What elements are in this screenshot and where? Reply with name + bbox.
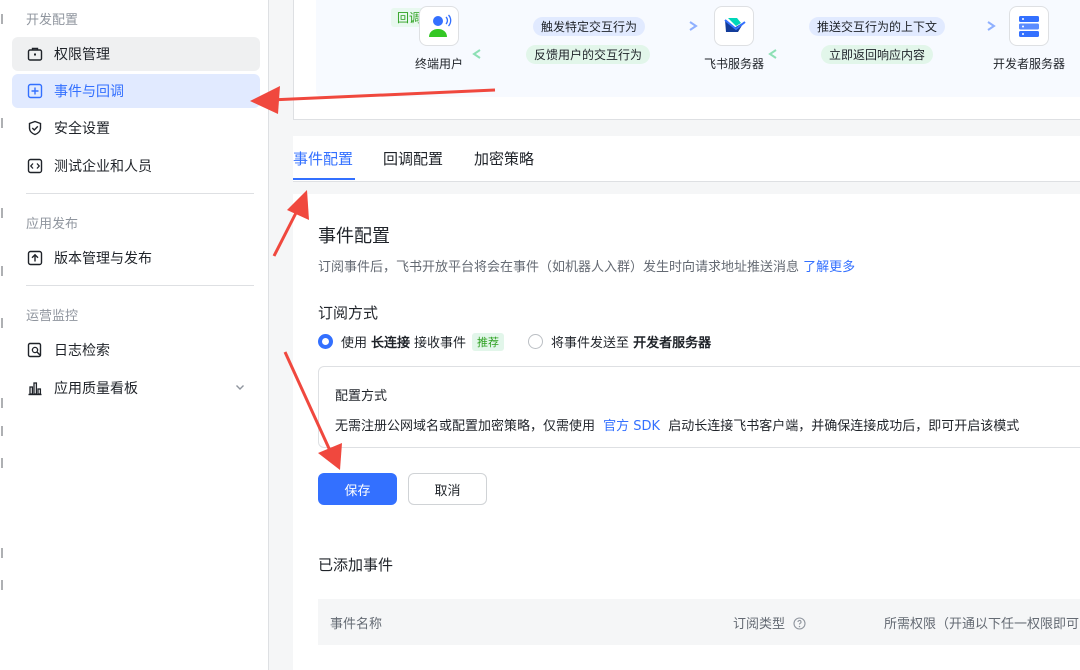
sidebar-item-label: 应用质量看板: [54, 381, 138, 397]
config-method-desc: 无需注册公网域名或配置加密策略，仅需使用 官方 SDK 启动长连接飞书客户端，并…: [335, 415, 1019, 434]
added-events-title: 已添加事件: [318, 556, 394, 574]
official-sdk-link[interactable]: 官方 SDK: [603, 419, 660, 434]
config-tabs: 事件配置 回调配置 加密策略: [293, 136, 1080, 182]
subscribe-mode-options: 使用 长连接 接收事件 推荐 将事件发送至 开发者服务器: [318, 332, 711, 351]
sidebar-item-label: 权限管理: [54, 47, 110, 63]
sidebar-item-versions[interactable]: 版本管理与发布: [12, 241, 260, 275]
option-bold-text: 开发者服务器: [633, 336, 712, 351]
code-icon: [26, 157, 44, 175]
option-bold-text: 长连接: [371, 336, 411, 351]
bar-chart-icon: [26, 379, 44, 397]
upload-icon: [26, 249, 44, 267]
edge-glyph: [1, 266, 7, 276]
event-plus-icon: [26, 82, 44, 100]
edge-glyph: [1, 398, 7, 408]
config-desc-text: 无需注册公网域名或配置加密策略，仅需使用: [335, 419, 596, 434]
events-table-header: 事件名称 订阅类型 所需权限（开通以下任一权限即可: [318, 599, 1080, 645]
flow-trigger-label: 触发特定交互行为: [533, 17, 646, 36]
sidebar-item-label: 版本管理与发布: [54, 251, 152, 267]
user-icon: [419, 6, 459, 46]
group-title-release: 应用发布: [26, 217, 79, 232]
sidebar-item-test-tenants[interactable]: 测试企业和人员: [12, 149, 260, 183]
edge-glyph: [1, 208, 7, 218]
chevron-down-icon[interactable]: [234, 381, 246, 397]
shield-check-icon: [26, 119, 44, 137]
server-icon: [1009, 6, 1049, 46]
group-title-ops: 运营监控: [26, 309, 79, 324]
column-event-name: 事件名称: [330, 617, 383, 632]
subscribe-mode-title: 订阅方式: [318, 304, 379, 322]
clipped-edge: [0, 0, 10, 670]
edge-glyph: [1, 318, 7, 328]
briefcase-icon: [26, 45, 44, 63]
save-button[interactable]: 保存: [318, 473, 397, 505]
sidebar-item-security[interactable]: 安全设置: [12, 111, 260, 145]
flow-diagram: 回调 终端用户 飞书服务器 开发者服务器 触发特定交互行为 反馈用户的交互行为 …: [316, 0, 1080, 97]
edge-glyph: [1, 548, 7, 558]
sidebar-item-label: 测试企业和人员: [54, 159, 152, 175]
flow-feedback-label: 反馈用户的交互行为: [526, 45, 651, 64]
sidebar-item-label: 日志检索: [54, 343, 110, 359]
flow-diagram-card: 回调 终端用户 飞书服务器 开发者服务器 触发特定交互行为 反馈用户的交互行为 …: [293, 0, 1080, 120]
app-root: 开发配置 权限管理 事件与回调 安全设置 测试企业和人员 应用发布 版本管理与发…: [0, 0, 1080, 670]
config-desc-text: 启动长连接飞书客户端，并确保连接成功后，即可开启该模式: [668, 419, 1020, 434]
sidebar-item-permissions[interactable]: 权限管理: [12, 37, 260, 71]
sidebar-item-label: 安全设置: [54, 121, 110, 137]
sidebar-item-log-search[interactable]: 日志检索: [12, 333, 260, 367]
column-label: 订阅类型: [733, 617, 786, 632]
edge-glyph: [1, 118, 7, 128]
help-icon[interactable]: [793, 617, 806, 634]
config-method-title: 配置方式: [335, 389, 388, 404]
flow-push-label: 推送交互行为的上下文: [809, 17, 946, 36]
tab-encryption[interactable]: 加密策略: [474, 148, 534, 169]
sidebar-item-label: 事件与回调: [54, 84, 124, 100]
main-content: 回调 终端用户 飞书服务器 开发者服务器 触发特定交互行为 反馈用户的交互行为 …: [269, 0, 1080, 670]
sidebar: 开发配置 权限管理 事件与回调 安全设置 测试企业和人员 应用发布 版本管理与发…: [10, 0, 268, 670]
event-config-panel: 事件配置 订阅事件后，飞书开放平台将会在事件（如机器人入群）发生时向请求地址推送…: [293, 194, 1080, 670]
panel-title: 事件配置: [318, 226, 390, 247]
edge-glyph: [1, 14, 7, 24]
recommended-badge: 推荐: [472, 332, 505, 351]
edge-glyph: [1, 458, 7, 468]
radio-long-connection[interactable]: [318, 334, 333, 349]
option-text: 使用: [341, 336, 368, 351]
radio-dev-server[interactable]: [528, 334, 544, 349]
sidebar-item-events-callbacks[interactable]: 事件与回调: [12, 74, 260, 108]
feishu-logo-icon: [714, 6, 754, 46]
column-required-permissions: 所需权限（开通以下任一权限即可: [884, 617, 1080, 632]
learn-more-link[interactable]: 了解更多: [803, 260, 855, 275]
tab-label: 事件配置: [293, 150, 354, 168]
log-search-icon: [26, 341, 44, 359]
panel-description: 订阅事件后，飞书开放平台将会在事件（如机器人入群）发生时向请求地址推送消息 了解…: [318, 256, 855, 275]
group-title-dev: 开发配置: [26, 13, 79, 28]
description-text: 订阅事件后，飞书开放平台将会在事件（如机器人入群）发生时向请求地址推送消息: [318, 260, 800, 275]
sidebar-divider: [26, 285, 254, 286]
option-text: 将事件发送至: [551, 336, 630, 351]
edge-glyph: [1, 426, 7, 436]
sidebar-divider: [26, 193, 254, 194]
tab-active-indicator: [293, 178, 355, 180]
tab-callback-config[interactable]: 回调配置: [383, 148, 443, 169]
flow-reply-label: 立即返回响应内容: [821, 45, 934, 64]
edge-glyph: [1, 580, 7, 590]
sidebar-item-quality-dashboard[interactable]: 应用质量看板: [12, 371, 260, 405]
column-subscribe-type: 订阅类型: [733, 613, 806, 634]
option-text: 接收事件: [414, 336, 467, 351]
config-method-box: 配置方式 无需注册公网域名或配置加密策略，仅需使用 官方 SDK 启动长连接飞书…: [318, 366, 1080, 448]
cancel-button[interactable]: 取消: [408, 473, 487, 505]
tab-event-config[interactable]: 事件配置: [293, 148, 355, 180]
